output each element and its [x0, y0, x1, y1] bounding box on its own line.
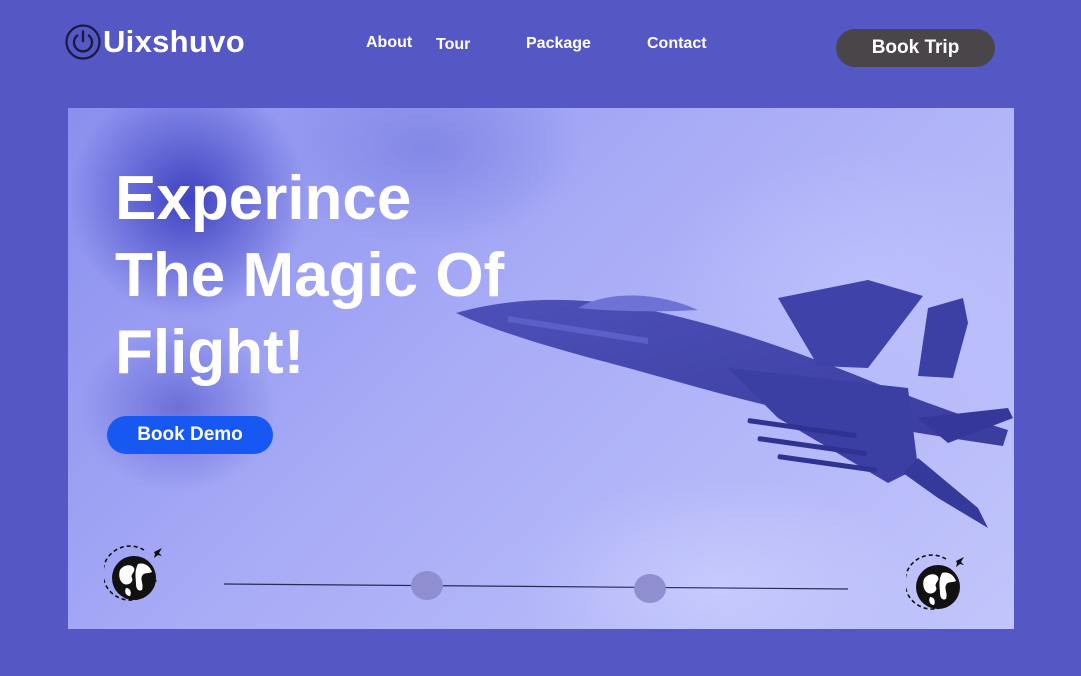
power-icon: [65, 24, 101, 60]
nav-tour[interactable]: Tour: [436, 36, 470, 54]
slider-dot[interactable]: [634, 574, 666, 603]
book-trip-button[interactable]: Book Trip: [836, 29, 995, 67]
slider-dot[interactable]: [411, 571, 443, 600]
nav-contact[interactable]: Contact: [647, 35, 707, 53]
nav-package[interactable]: Package: [526, 35, 591, 53]
slider-track: [223, 583, 849, 590]
hero-banner: Experince The Magic Of Flight! Book Demo: [68, 108, 1014, 629]
brand-name: Uixshuvo: [103, 24, 245, 59]
brand-logo[interactable]: Uixshuvo: [65, 24, 245, 60]
nav-about[interactable]: About: [366, 34, 412, 52]
